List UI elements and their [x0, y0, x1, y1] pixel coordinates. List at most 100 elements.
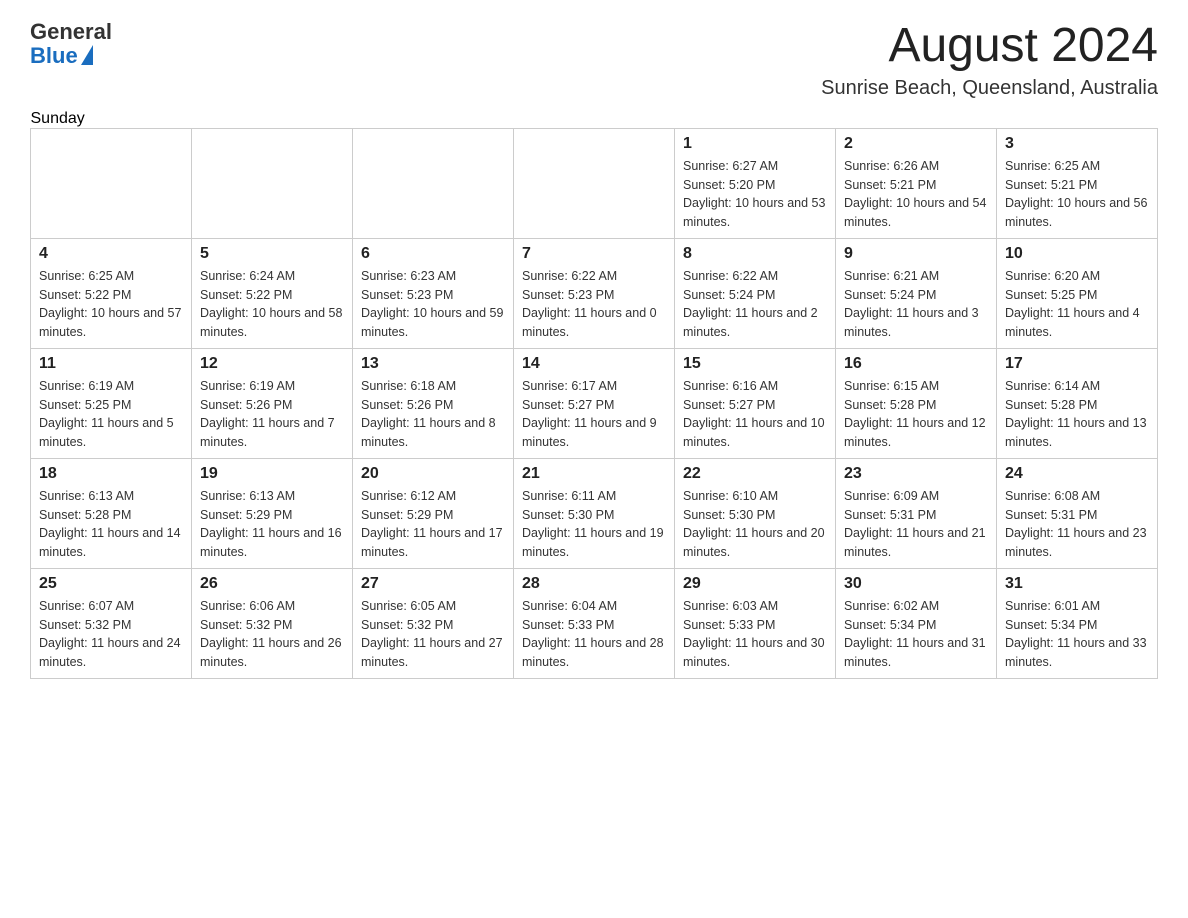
calendar-cell: 13Sunrise: 6:18 AMSunset: 5:26 PMDayligh… — [353, 348, 514, 458]
day-info: Sunrise: 6:11 AMSunset: 5:30 PMDaylight:… — [522, 487, 666, 562]
calendar-cell: 4 Sunrise: 6:25 AMSunset: 5:22 PMDaylight… — [31, 238, 192, 348]
calendar-cell: 16 Sunrise: 6:15 AMSunset: 5:28 PMDayligh… — [836, 348, 997, 458]
day-number: 22 — [683, 465, 827, 483]
logo-general: General — [30, 20, 112, 44]
calendar-cell: 6 Sunrise: 6:23 AMSunset: 5:23 PMDaylight… — [353, 238, 514, 348]
day-info: Sunrise: 6:23 AMSunset: 5:23 PMDaylight:… — [361, 267, 505, 342]
calendar-cell: 10 Sunrise: 6:20 AMSunset: 5:25 PMDayligh… — [997, 238, 1158, 348]
calendar-cell: 1 Sunrise: 6:27 AMSunset: 5:20 PMDaylight… — [675, 128, 836, 238]
day-info: Sunrise: 6:17 AMSunset: 5:27 PMDaylight:… — [522, 377, 666, 452]
day-info: Sunrise: 6:25 AMSunset: 5:21 PMDaylight:… — [1005, 157, 1149, 232]
location-subtitle: Sunrise Beach, Queensland, Australia — [821, 77, 1158, 100]
day-number: 9 — [844, 245, 988, 263]
day-info: Sunrise: 6:26 AMSunset: 5:21 PMDaylight:… — [844, 157, 988, 232]
day-number: 30 — [844, 575, 988, 593]
day-number: 5 — [200, 245, 344, 263]
calendar-cell: 28 Sunrise: 6:04 AMSunset: 5:33 PMDayligh… — [514, 568, 675, 678]
calendar-cell: 17 Sunrise: 6:14 AMSunset: 5:28 PMDayligh… — [997, 348, 1158, 458]
logo-blue: Blue — [30, 44, 78, 68]
day-number: 12 — [200, 355, 344, 373]
calendar-cell: 22 Sunrise: 6:10 AMSunset: 5:30 PMDayligh… — [675, 458, 836, 568]
day-number: 11 — [39, 355, 183, 373]
day-number: 1 — [683, 135, 827, 153]
calendar-cell: 15Sunrise: 6:16 AMSunset: 5:27 PMDayligh… — [675, 348, 836, 458]
calendar-cell: 20Sunrise: 6:12 AMSunset: 5:29 PMDayligh… — [353, 458, 514, 568]
day-info: Sunrise: 6:01 AMSunset: 5:34 PMDaylight:… — [1005, 597, 1149, 672]
header-row: Sunday — [31, 110, 1158, 129]
day-info: Sunrise: 6:16 AMSunset: 5:27 PMDaylight:… — [683, 377, 827, 452]
day-number: 2 — [844, 135, 988, 153]
day-number: 29 — [683, 575, 827, 593]
calendar-week-row: 18 Sunrise: 6:13 AMSunset: 5:28 PMDayligh… — [31, 458, 1158, 568]
day-info: Sunrise: 6:08 AMSunset: 5:31 PMDaylight:… — [1005, 487, 1149, 562]
day-number: 10 — [1005, 245, 1149, 263]
day-info: Sunrise: 6:14 AMSunset: 5:28 PMDaylight:… — [1005, 377, 1149, 452]
day-info: Sunrise: 6:03 AMSunset: 5:33 PMDaylight:… — [683, 597, 827, 672]
day-number: 8 — [683, 245, 827, 263]
day-info: Sunrise: 6:22 AMSunset: 5:23 PMDaylight:… — [522, 267, 666, 342]
calendar-cell: 30 Sunrise: 6:02 AMSunset: 5:34 PMDayligh… — [836, 568, 997, 678]
day-number: 4 — [39, 245, 183, 263]
calendar-cell — [514, 128, 675, 238]
day-number: 18 — [39, 465, 183, 483]
calendar-cell: 3 Sunrise: 6:25 AMSunset: 5:21 PMDaylight… — [997, 128, 1158, 238]
calendar-cell: 19Sunrise: 6:13 AMSunset: 5:29 PMDayligh… — [192, 458, 353, 568]
day-info: Sunrise: 6:19 AMSunset: 5:25 PMDaylight:… — [39, 377, 183, 452]
day-info: Sunrise: 6:27 AMSunset: 5:20 PMDaylight:… — [683, 157, 827, 232]
calendar-cell: 2 Sunrise: 6:26 AMSunset: 5:21 PMDaylight… — [836, 128, 997, 238]
calendar-cell: 14 Sunrise: 6:17 AMSunset: 5:27 PMDayligh… — [514, 348, 675, 458]
day-number: 14 — [522, 355, 666, 373]
day-number: 21 — [522, 465, 666, 483]
day-number: 6 — [361, 245, 505, 263]
day-info: Sunrise: 6:20 AMSunset: 5:25 PMDaylight:… — [1005, 267, 1149, 342]
calendar-cell: 25 Sunrise: 6:07 AMSunset: 5:32 PMDayligh… — [31, 568, 192, 678]
calendar-cell: 21 Sunrise: 6:11 AMSunset: 5:30 PMDayligh… — [514, 458, 675, 568]
day-number: 19 — [200, 465, 344, 483]
day-info: Sunrise: 6:06 AMSunset: 5:32 PMDaylight:… — [200, 597, 344, 672]
calendar-cell: 27 Sunrise: 6:05 AMSunset: 5:32 PMDayligh… — [353, 568, 514, 678]
day-number: 17 — [1005, 355, 1149, 373]
day-info: Sunrise: 6:18 AMSunset: 5:26 PMDaylight:… — [361, 377, 505, 452]
day-number: 16 — [844, 355, 988, 373]
calendar-header: Sunday — [31, 110, 1158, 129]
calendar-body: 1 Sunrise: 6:27 AMSunset: 5:20 PMDaylight… — [31, 128, 1158, 678]
calendar-cell: 24 Sunrise: 6:08 AMSunset: 5:31 PMDayligh… — [997, 458, 1158, 568]
calendar-week-row: 11 Sunrise: 6:19 AMSunset: 5:25 PMDayligh… — [31, 348, 1158, 458]
calendar-week-row: 1 Sunrise: 6:27 AMSunset: 5:20 PMDaylight… — [31, 128, 1158, 238]
day-number: 25 — [39, 575, 183, 593]
day-number: 23 — [844, 465, 988, 483]
day-number: 27 — [361, 575, 505, 593]
calendar-cell: 29 Sunrise: 6:03 AMSunset: 5:33 PMDayligh… — [675, 568, 836, 678]
calendar-cell: 18 Sunrise: 6:13 AMSunset: 5:28 PMDayligh… — [31, 458, 192, 568]
calendar-cell: 5Sunrise: 6:24 AMSunset: 5:22 PMDaylight… — [192, 238, 353, 348]
calendar-table: Sunday 1 Sunrise: 6:27 AMSunset: 5:20 PMD… — [30, 110, 1158, 679]
day-info: Sunrise: 6:25 AMSunset: 5:22 PMDaylight:… — [39, 267, 183, 342]
calendar-cell — [192, 128, 353, 238]
calendar-cell — [31, 128, 192, 238]
calendar-cell — [353, 128, 514, 238]
day-info: Sunrise: 6:09 AMSunset: 5:31 PMDaylight:… — [844, 487, 988, 562]
day-info: Sunrise: 6:22 AMSunset: 5:24 PMDaylight:… — [683, 267, 827, 342]
day-info: Sunrise: 6:02 AMSunset: 5:34 PMDaylight:… — [844, 597, 988, 672]
logo-triangle-icon — [81, 45, 93, 65]
day-number: 28 — [522, 575, 666, 593]
day-info: Sunrise: 6:21 AMSunset: 5:24 PMDaylight:… — [844, 267, 988, 342]
calendar-week-row: 25 Sunrise: 6:07 AMSunset: 5:32 PMDayligh… — [31, 568, 1158, 678]
day-info: Sunrise: 6:04 AMSunset: 5:33 PMDaylight:… — [522, 597, 666, 672]
day-info: Sunrise: 6:07 AMSunset: 5:32 PMDaylight:… — [39, 597, 183, 672]
calendar-cell: 7 Sunrise: 6:22 AMSunset: 5:23 PMDaylight… — [514, 238, 675, 348]
day-number: 7 — [522, 245, 666, 263]
day-number: 3 — [1005, 135, 1149, 153]
calendar-cell: 31Sunrise: 6:01 AMSunset: 5:34 PMDayligh… — [997, 568, 1158, 678]
logo: General Blue — [30, 20, 112, 68]
title-area: August 2024 Sunrise Beach, Queensland, A… — [821, 20, 1158, 100]
day-info: Sunrise: 6:05 AMSunset: 5:32 PMDaylight:… — [361, 597, 505, 672]
day-info: Sunrise: 6:10 AMSunset: 5:30 PMDaylight:… — [683, 487, 827, 562]
calendar-week-row: 4 Sunrise: 6:25 AMSunset: 5:22 PMDaylight… — [31, 238, 1158, 348]
calendar-cell: 23 Sunrise: 6:09 AMSunset: 5:31 PMDayligh… — [836, 458, 997, 568]
day-number: 24 — [1005, 465, 1149, 483]
calendar-cell: 9 Sunrise: 6:21 AMSunset: 5:24 PMDaylight… — [836, 238, 997, 348]
day-info: Sunrise: 6:13 AMSunset: 5:28 PMDaylight:… — [39, 487, 183, 562]
day-number: 26 — [200, 575, 344, 593]
day-info: Sunrise: 6:15 AMSunset: 5:28 PMDaylight:… — [844, 377, 988, 452]
